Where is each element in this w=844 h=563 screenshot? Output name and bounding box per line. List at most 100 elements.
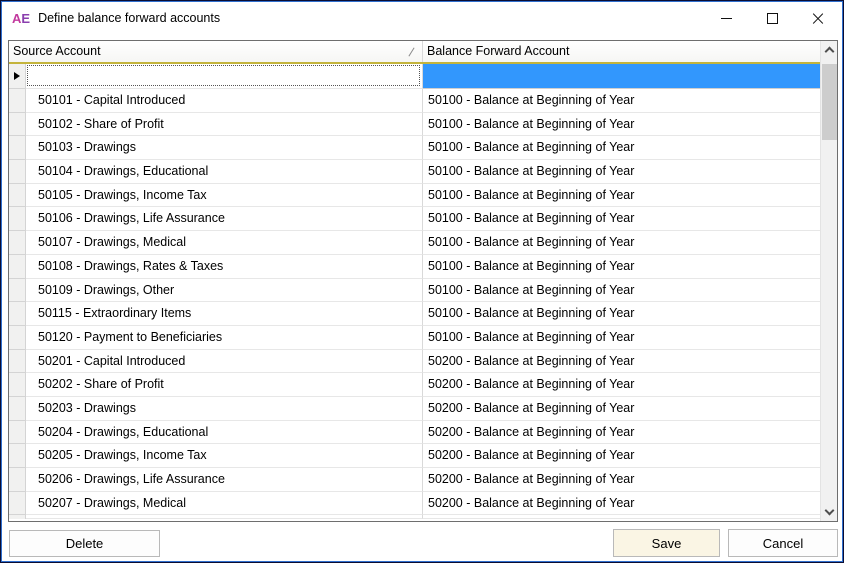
source-account-cell[interactable]: 50102 - Share of Profit: [26, 113, 423, 137]
maximize-button[interactable]: [749, 3, 795, 33]
current-row-selector[interactable]: [9, 64, 26, 89]
row-selector[interactable]: [9, 136, 26, 160]
row-selector[interactable]: [9, 326, 26, 350]
dialog-window: AE Define balance forward accounts × Sou…: [0, 0, 844, 563]
source-account-cell[interactable]: 50115 - Extraordinary Items: [26, 302, 423, 326]
row-selector[interactable]: [9, 373, 26, 397]
table-row[interactable]: 50115 - Extraordinary Items50100 - Balan…: [9, 302, 820, 326]
column-header-source-account[interactable]: Source Account: [9, 41, 423, 62]
balance-forward-account-cell[interactable]: 50100 - Balance at Beginning of Year: [423, 136, 820, 160]
table-row[interactable]: 50103 - Drawings50100 - Balance at Begin…: [9, 136, 820, 160]
balance-forward-account-cell[interactable]: 50200 - Balance at Beginning of Year: [423, 350, 820, 374]
balance-forward-account-cell[interactable]: 50100 - Balance at Beginning of Year: [423, 326, 820, 350]
table-row[interactable]: 50108 - Drawings, Rates & Taxes50100 - B…: [9, 255, 820, 279]
balance-forward-account-cell[interactable]: 50100 - Balance at Beginning of Year: [423, 207, 820, 231]
current-row-arrow-icon: [14, 72, 20, 80]
balance-forward-account-cell[interactable]: 50200 - Balance at Beginning of Year: [423, 492, 820, 516]
window-controls: ×: [703, 3, 841, 33]
accounts-grid: Source Account Balance Forward Account: [8, 40, 838, 522]
table-row[interactable]: 50120 - Payment to Beneficiaries50100 - …: [9, 326, 820, 350]
table-row[interactable]: 50205 - Drawings, Income Tax50200 - Bala…: [9, 444, 820, 468]
balance-forward-account-cell[interactable]: 50200 - Balance at Beginning of Year: [423, 421, 820, 445]
source-account-cell[interactable]: 50106 - Drawings, Life Assurance: [26, 207, 423, 231]
table-row[interactable]: 50206 - Drawings, Life Assurance50200 - …: [9, 468, 820, 492]
row-selector[interactable]: [9, 231, 26, 255]
row-selector[interactable]: [9, 113, 26, 137]
source-account-cell[interactable]: 50203 - Drawings: [26, 397, 423, 421]
row-selector[interactable]: [9, 492, 26, 516]
new-row-balance-cell-selected[interactable]: [423, 64, 820, 89]
vertical-scrollbar[interactable]: [820, 41, 837, 521]
source-account-cell[interactable]: 50103 - Drawings: [26, 136, 423, 160]
source-account-cell[interactable]: 50205 - Drawings, Income Tax: [26, 444, 423, 468]
scroll-up-button[interactable]: [821, 41, 838, 58]
row-selector[interactable]: [9, 160, 26, 184]
source-account-cell[interactable]: 50207 - Drawings, Medical: [26, 492, 423, 516]
row-selector[interactable]: [9, 350, 26, 374]
balance-forward-account-cell[interactable]: 50100 - Balance at Beginning of Year: [423, 184, 820, 208]
close-button[interactable]: ×: [795, 3, 841, 33]
close-icon: ×: [810, 8, 827, 28]
balance-forward-account-cell[interactable]: 50200 - Balance at Beginning of Year: [423, 444, 820, 468]
sort-ascending-icon: [408, 47, 414, 56]
row-selector[interactable]: [9, 89, 26, 113]
balance-forward-account-cell[interactable]: 50200 - Balance at Beginning of Year: [423, 468, 820, 492]
table-row[interactable]: 50202 - Share of Profit50200 - Balance a…: [9, 373, 820, 397]
delete-button[interactable]: Delete: [9, 530, 160, 557]
balance-forward-account-cell[interactable]: 50200 - Balance at Beginning of Year: [423, 373, 820, 397]
source-account-cell[interactable]: 50204 - Drawings, Educational: [26, 421, 423, 445]
row-selector[interactable]: [9, 468, 26, 492]
table-row[interactable]: 50109 - Drawings, Other50100 - Balance a…: [9, 279, 820, 303]
balance-forward-account-cell[interactable]: 50100 - Balance at Beginning of Year: [423, 231, 820, 255]
source-account-cell[interactable]: 50105 - Drawings, Income Tax: [26, 184, 423, 208]
source-account-cell[interactable]: 50104 - Drawings, Educational: [26, 160, 423, 184]
row-selector[interactable]: [9, 421, 26, 445]
save-button[interactable]: Save: [613, 529, 720, 557]
table-row[interactable]: 50107 - Drawings, Medical50100 - Balance…: [9, 231, 820, 255]
row-selector[interactable]: [9, 444, 26, 468]
new-row[interactable]: [9, 64, 820, 89]
row-selector[interactable]: [9, 255, 26, 279]
row-selector[interactable]: [9, 302, 26, 326]
table-row[interactable]: 50204 - Drawings, Educational50200 - Bal…: [9, 421, 820, 445]
balance-forward-account-cell[interactable]: 50100 - Balance at Beginning of Year: [423, 279, 820, 303]
balance-forward-account-cell[interactable]: 50200 - Balance at Beginning of Year: [423, 397, 820, 421]
new-row-source-cell[interactable]: [26, 64, 423, 89]
app-logo-icon: AE: [12, 11, 30, 26]
source-account-cell[interactable]: 50101 - Capital Introduced: [26, 89, 423, 113]
partial-row: [9, 515, 820, 519]
table-row[interactable]: 50104 - Drawings, Educational50100 - Bal…: [9, 160, 820, 184]
balance-forward-account-cell[interactable]: 50100 - Balance at Beginning of Year: [423, 255, 820, 279]
chevron-up-icon: [825, 47, 835, 57]
table-row[interactable]: 50101 - Capital Introduced50100 - Balanc…: [9, 89, 820, 113]
minimize-button[interactable]: [703, 3, 749, 33]
row-selector[interactable]: [9, 397, 26, 421]
balance-forward-account-cell[interactable]: 50100 - Balance at Beginning of Year: [423, 302, 820, 326]
scroll-down-button[interactable]: [821, 504, 838, 521]
column-header-balance-forward-account[interactable]: Balance Forward Account: [423, 41, 820, 62]
table-row[interactable]: 50106 - Drawings, Life Assurance50100 - …: [9, 207, 820, 231]
scrollbar-thumb[interactable]: [822, 64, 837, 140]
cancel-button[interactable]: Cancel: [728, 529, 838, 557]
table-row[interactable]: 50207 - Drawings, Medical50200 - Balance…: [9, 492, 820, 516]
window-title: Define balance forward accounts: [38, 11, 220, 25]
source-account-cell[interactable]: 50108 - Drawings, Rates & Taxes: [26, 255, 423, 279]
table-row[interactable]: 50105 - Drawings, Income Tax50100 - Bala…: [9, 184, 820, 208]
source-account-cell[interactable]: 50109 - Drawings, Other: [26, 279, 423, 303]
row-selector[interactable]: [9, 207, 26, 231]
row-selector: [9, 515, 26, 519]
column-header-label: Balance Forward Account: [427, 44, 569, 58]
source-account-cell[interactable]: 50201 - Capital Introduced: [26, 350, 423, 374]
balance-forward-account-cell[interactable]: 50100 - Balance at Beginning of Year: [423, 160, 820, 184]
row-selector[interactable]: [9, 279, 26, 303]
table-row[interactable]: 50201 - Capital Introduced50200 - Balanc…: [9, 350, 820, 374]
balance-forward-account-cell[interactable]: 50100 - Balance at Beginning of Year: [423, 113, 820, 137]
table-row[interactable]: 50102 - Share of Profit50100 - Balance a…: [9, 113, 820, 137]
source-account-cell[interactable]: 50206 - Drawings, Life Assurance: [26, 468, 423, 492]
table-row[interactable]: 50203 - Drawings50200 - Balance at Begin…: [9, 397, 820, 421]
source-account-cell[interactable]: 50107 - Drawings, Medical: [26, 231, 423, 255]
source-account-cell[interactable]: 50120 - Payment to Beneficiaries: [26, 326, 423, 350]
row-selector[interactable]: [9, 184, 26, 208]
source-account-cell[interactable]: 50202 - Share of Profit: [26, 373, 423, 397]
balance-forward-account-cell[interactable]: 50100 - Balance at Beginning of Year: [423, 89, 820, 113]
